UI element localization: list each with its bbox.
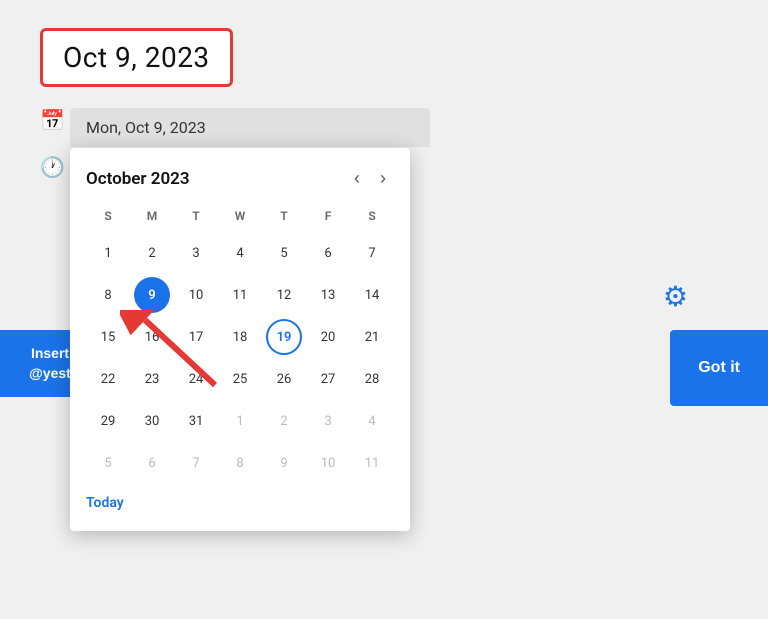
day-nov-1[interactable]: 1: [222, 403, 258, 439]
day-10[interactable]: 10: [178, 277, 214, 313]
day-nov-4[interactable]: 4: [354, 403, 390, 439]
day-22[interactable]: 22: [90, 361, 126, 397]
day-header-s1: S: [86, 205, 130, 231]
day-header-t1: T: [174, 205, 218, 231]
insert-label-line1: Insert: [31, 345, 69, 361]
insert-label-line2: @yest: [29, 365, 71, 381]
day-11[interactable]: 11: [222, 277, 258, 313]
day-8[interactable]: 8: [90, 277, 126, 313]
day-29[interactable]: 29: [90, 403, 126, 439]
day-25[interactable]: 25: [222, 361, 258, 397]
month-year-label: October 2023: [86, 169, 190, 189]
gear-icon-button[interactable]: ⚙: [663, 280, 688, 313]
prev-month-button[interactable]: ‹: [346, 164, 368, 193]
got-it-button[interactable]: Got it: [670, 330, 768, 406]
day-30[interactable]: 30: [134, 403, 170, 439]
today-button[interactable]: Today: [86, 491, 124, 515]
gear-icon: ⚙: [663, 281, 688, 312]
calendar-popup: October 2023 ‹ › S M T W T F S 1 2 3 4 5…: [70, 148, 410, 531]
day-13[interactable]: 13: [310, 277, 346, 313]
day-28[interactable]: 28: [354, 361, 390, 397]
day-nov-11[interactable]: 11: [354, 445, 390, 481]
day-2[interactable]: 2: [134, 235, 170, 271]
day-16[interactable]: 16: [134, 319, 170, 355]
day-31[interactable]: 31: [178, 403, 214, 439]
day-23[interactable]: 23: [134, 361, 170, 397]
day-6[interactable]: 6: [310, 235, 346, 271]
day-nov-6[interactable]: 6: [134, 445, 170, 481]
day-4[interactable]: 4: [222, 235, 258, 271]
day-7[interactable]: 7: [354, 235, 390, 271]
day-nov-3[interactable]: 3: [310, 403, 346, 439]
day-3[interactable]: 3: [178, 235, 214, 271]
day-header-t2: T: [262, 205, 306, 231]
day-nov-2[interactable]: 2: [266, 403, 302, 439]
day-21[interactable]: 21: [354, 319, 390, 355]
day-nov-9[interactable]: 9: [266, 445, 302, 481]
day-header-s2: S: [350, 205, 394, 231]
date-input-display[interactable]: Oct 9, 2023: [40, 28, 233, 87]
day-nov-10[interactable]: 10: [310, 445, 346, 481]
clock-icon: 🕐: [40, 155, 65, 179]
day-12[interactable]: 12: [266, 277, 302, 313]
day-15[interactable]: 15: [90, 319, 126, 355]
day-nov-8[interactable]: 8: [222, 445, 258, 481]
day-5[interactable]: 5: [266, 235, 302, 271]
day-19-today[interactable]: 19: [266, 319, 302, 355]
day-24[interactable]: 24: [178, 361, 214, 397]
day-9-selected[interactable]: 9: [134, 277, 170, 313]
day-1[interactable]: 1: [90, 235, 126, 271]
calendar-nav: October 2023 ‹ ›: [86, 164, 394, 193]
day-27[interactable]: 27: [310, 361, 346, 397]
day-header-w: W: [218, 205, 262, 231]
next-month-button[interactable]: ›: [372, 164, 394, 193]
day-header-f: F: [306, 205, 350, 231]
date-header-bar: Mon, Oct 9, 2023: [70, 108, 430, 147]
day-header-m: M: [130, 205, 174, 231]
day-18[interactable]: 18: [222, 319, 258, 355]
day-20[interactable]: 20: [310, 319, 346, 355]
got-it-label: Got it: [698, 359, 740, 377]
calendar-grid: S M T W T F S 1 2 3 4 5 6 7 8 9 10 11 12…: [86, 205, 394, 483]
day-nov-5[interactable]: 5: [90, 445, 126, 481]
day-14[interactable]: 14: [354, 277, 390, 313]
calendar-icon: 📅: [40, 108, 65, 132]
day-nov-7[interactable]: 7: [178, 445, 214, 481]
day-17[interactable]: 17: [178, 319, 214, 355]
day-26[interactable]: 26: [266, 361, 302, 397]
